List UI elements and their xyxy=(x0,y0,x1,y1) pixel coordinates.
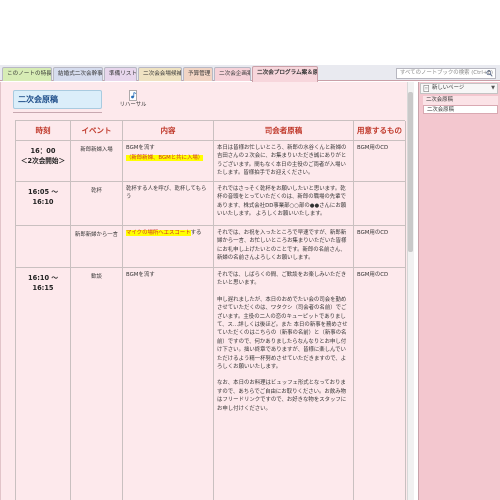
table-row-3-time xyxy=(16,226,71,268)
table-row-1-script[interactable]: 本日は皆様お忙しいところ、新郎の水谷くんと新婦の吉田さんの２次会に、お集まりいた… xyxy=(214,141,354,182)
table-row-1-items[interactable]: BGM用のCD xyxy=(354,141,406,182)
table-row-2-content[interactable]: 乾杯する人を呼び、乾杯してもらう xyxy=(123,182,214,226)
onenote-window: このノートの特長 結婚式二次会幹事 準備リスト 二次会会場候補 予算管理 二次会… xyxy=(0,0,500,500)
content-text: BGMを流す xyxy=(126,145,155,151)
tab-wedding-party-organizer[interactable]: 結婚式二次会幹事 xyxy=(53,67,103,81)
tab-program-and-script[interactable]: 二次会プログラム案＆原稿 xyxy=(252,66,318,82)
search-input[interactable]: すべてのノートブックの検索 (Ctrl+E) xyxy=(396,68,496,79)
script-paragraph-2: 申し遅れましたが、本日のおめでたい会の司会を勤めさせていただくのは、ワタクシ（司… xyxy=(217,296,348,371)
chevron-down-icon[interactable]: ▼ xyxy=(491,84,495,93)
search-icon[interactable] xyxy=(486,70,493,77)
table-row-3-items[interactable]: BGM用のCD xyxy=(354,226,406,268)
header-script: 司会者原稿 xyxy=(214,121,354,141)
page-title[interactable]: 二次会原稿 xyxy=(13,90,102,109)
header-items: 用意するもの xyxy=(354,121,406,141)
new-page-label: 新しいページ xyxy=(432,85,465,91)
table-row-4-event[interactable]: 歓談 xyxy=(71,268,123,500)
table-row-3-script[interactable]: それでは、お祝を入ったところで早速ですが、新郎新婦から一言、お忙しいところお集ま… xyxy=(214,226,354,268)
table-row-4-script[interactable]: それでは、しばらくの間、ご歓談をお楽しみいただきたいと思います。 申し遅れました… xyxy=(214,268,354,500)
page-list-item[interactable]: 二次会原稿 xyxy=(423,96,498,105)
tab-venue-candidates[interactable]: 二次会会場候補 xyxy=(138,67,182,81)
table-row-4-content[interactable]: BGMを流す xyxy=(123,268,214,500)
table-row-4-items[interactable]: BGM用のCD xyxy=(354,268,406,500)
table-row-3-event[interactable]: 新郎新婦から一言 xyxy=(71,226,123,268)
scrollbar-thumb[interactable] xyxy=(408,92,413,252)
tab-preparation-list[interactable]: 準備リスト xyxy=(104,67,137,81)
title-underline xyxy=(13,112,102,113)
program-table: 時刻 イベント 内容 司会者原稿 用意するもの 16：00 ＜2次会開始＞ 新郎… xyxy=(15,120,406,500)
content-suffix: する xyxy=(190,230,202,236)
table-row-4-time: 16:10 ～ 16:15 xyxy=(16,268,71,500)
search-placeholder: すべてのノートブックの検索 (Ctrl+E) xyxy=(400,70,493,76)
table-row-2-time: 16:05 ～ 16:10 xyxy=(16,182,71,226)
table-row-1-event[interactable]: 新郎新婦入場 xyxy=(71,141,123,182)
content-highlight: （新郎新婦、BGMと共に入場） xyxy=(126,155,204,162)
page-list-panel xyxy=(418,82,500,500)
time-note: ＜2次会開始＞ xyxy=(20,157,66,165)
script-paragraph-3: なお、本日のお料理はビュッフェ形式となっておりますので、あちらでご自由にお取りく… xyxy=(217,380,347,412)
table-row-1-time: 16：00 ＜2次会開始＞ xyxy=(16,141,71,182)
attachment-label: リハーサル xyxy=(119,102,147,108)
audio-file-icon xyxy=(129,90,137,101)
content-highlight: マイクの場所へエスコート xyxy=(126,230,191,236)
table-row-3-content[interactable]: マイクの場所へエスコートする xyxy=(123,226,214,268)
new-page-button[interactable]: 新しいページ ▼ xyxy=(420,83,498,94)
header-content: 内容 xyxy=(123,121,214,141)
new-page-icon xyxy=(423,85,429,92)
attachment-rehearsal[interactable]: リハーサル xyxy=(118,90,148,112)
tab-budget[interactable]: 予算管理 xyxy=(183,67,213,81)
tab-notebook-features[interactable]: このノートの特長 xyxy=(2,67,52,81)
table-row-2-script[interactable]: それではさっそく乾杯をお願いしたいと思います。乾杯の音頭をとっていただくのは、新… xyxy=(214,182,354,226)
script-paragraph-1: それでは、しばらくの間、ご歓談をお楽しみいただきたいと思います。 xyxy=(217,272,347,287)
tab-party-plan[interactable]: 二次会企画案 xyxy=(214,67,251,81)
header-time: 時刻 xyxy=(16,121,71,141)
page-list-item-selected[interactable]: 二次会原稿 xyxy=(423,105,498,114)
time-start: 16：00 xyxy=(30,147,56,155)
table-row-1-content[interactable]: BGMを流す （新郎新婦、BGMと共に入場） xyxy=(123,141,214,182)
table-row-2-event[interactable]: 乾杯 xyxy=(71,182,123,226)
header-event: イベント xyxy=(71,121,123,141)
table-row-2-items[interactable] xyxy=(354,182,406,226)
